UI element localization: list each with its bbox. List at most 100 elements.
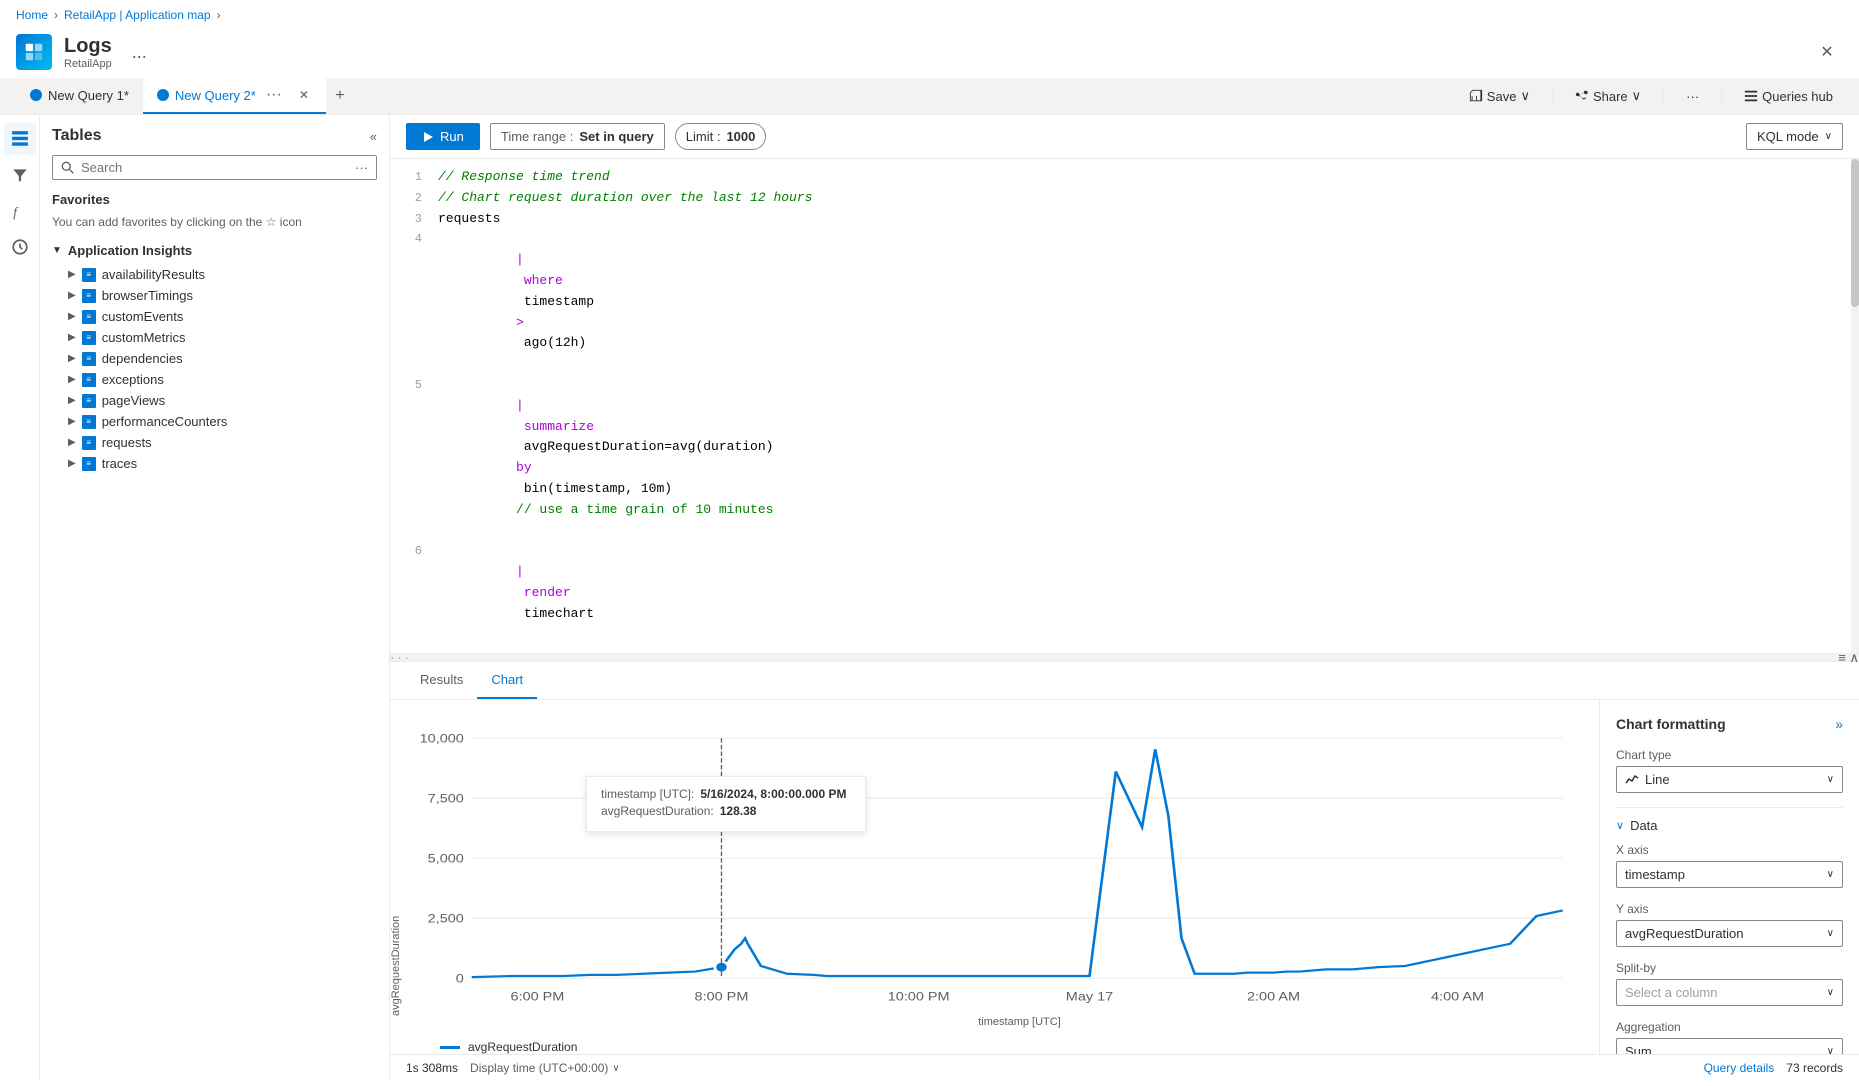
breadcrumb-retailapp[interactable]: RetailApp | Application map xyxy=(64,8,211,22)
tabs-bar: New Query 1* New Query 2* ··· ✕ + Save ∨… xyxy=(0,78,1859,115)
breadcrumb-sep2: › xyxy=(217,8,221,22)
filter-icon xyxy=(11,166,29,184)
aggregation-select[interactable]: Sum ∨ xyxy=(1616,1038,1843,1054)
save-button[interactable]: Save ∨ xyxy=(1459,84,1540,108)
sidebar-top-row: Tables « xyxy=(52,127,377,145)
share-button[interactable]: Share ∨ xyxy=(1565,84,1651,108)
kql-mode-chevron: ∨ xyxy=(1825,131,1832,142)
chart-panel-expand[interactable]: » xyxy=(1835,716,1843,732)
y-axis-value: avgRequestDuration xyxy=(1625,926,1744,941)
x-axis-label: timestamp [UTC] xyxy=(390,1016,1599,1032)
chart-type-chevron: ∨ xyxy=(1827,774,1834,785)
table-label: browserTimings xyxy=(102,288,193,303)
table-exceptions[interactable]: ▶ exceptions xyxy=(52,369,377,390)
results-tabs: Results Chart xyxy=(390,662,1859,700)
run-button[interactable]: Run xyxy=(406,123,480,150)
tab-new-query-2[interactable]: New Query 2* ··· ✕ xyxy=(143,78,326,114)
search-input[interactable] xyxy=(81,160,349,175)
display-time-chevron: ∨ xyxy=(612,1063,619,1074)
header-more-button[interactable]: ... xyxy=(132,42,147,63)
table-dependencies[interactable]: ▶ dependencies xyxy=(52,348,377,369)
table-browser-timings[interactable]: ▶ browserTimings xyxy=(52,285,377,306)
data-section-header[interactable]: ∨ Data xyxy=(1616,818,1843,833)
table-icon xyxy=(82,394,96,408)
display-time-button[interactable]: Display time (UTC+00:00) ∨ xyxy=(470,1061,620,1075)
table-traces[interactable]: ▶ traces xyxy=(52,453,377,474)
tab-new-query-1[interactable]: New Query 1* xyxy=(16,80,143,113)
results-tab-label: Results xyxy=(420,672,463,687)
chart-panel: Chart formatting » Chart type Line ∨ xyxy=(1599,700,1859,1054)
table-availability-results[interactable]: ▶ availabilityResults xyxy=(52,264,377,285)
app-icon xyxy=(16,34,52,70)
svg-text:2:00 AM: 2:00 AM xyxy=(1247,990,1300,1004)
app-subtitle: RetailApp xyxy=(64,58,112,70)
tab2-close[interactable]: ✕ xyxy=(296,87,312,103)
legend-line xyxy=(440,1046,460,1049)
queries-hub-label: Queries hub xyxy=(1762,89,1833,104)
section-chevron: ▼ xyxy=(52,245,62,256)
nav-function-icon[interactable]: f xyxy=(4,195,36,227)
table-icon xyxy=(82,289,96,303)
tab2-more[interactable]: ··· xyxy=(262,86,286,104)
chart-type-select[interactable]: Line ∨ xyxy=(1616,766,1843,793)
queries-hub-button[interactable]: Queries hub xyxy=(1734,85,1843,108)
tables-icon xyxy=(11,130,29,148)
editor-scrollbar xyxy=(1851,159,1859,653)
table-icon xyxy=(82,352,96,366)
split-by-select[interactable]: Select a column ∨ xyxy=(1616,979,1843,1006)
code-line-5: 5 | summarize avgRequestDuration=avg(dur… xyxy=(390,375,1859,541)
x-axis-select[interactable]: timestamp ∨ xyxy=(1616,861,1843,888)
sidebar-main: Tables « ··· Favorites You can add favor… xyxy=(40,115,389,1081)
tab-results[interactable]: Results xyxy=(406,662,477,699)
app-header: Logs RetailApp ... ✕ xyxy=(0,30,1859,78)
resize-handle[interactable]: ··· ≡ ∧ xyxy=(390,654,1859,662)
limit-value: 1000 xyxy=(726,129,755,144)
query-details-link[interactable]: Query details xyxy=(1704,1061,1775,1075)
table-label: customMetrics xyxy=(102,330,186,345)
add-tab-button[interactable]: + xyxy=(326,82,354,110)
svg-text:10,000: 10,000 xyxy=(420,732,464,746)
table-page-views[interactable]: ▶ pageViews xyxy=(52,390,377,411)
breadcrumb-sep1: › xyxy=(54,8,58,22)
svg-text:0: 0 xyxy=(456,972,464,986)
breadcrumb-home[interactable]: Home xyxy=(16,8,48,22)
table-requests[interactable]: ▶ requests xyxy=(52,432,377,453)
search-box[interactable]: ··· xyxy=(52,155,377,180)
search-more-button[interactable]: ··· xyxy=(355,160,368,175)
toolbar-sep3 xyxy=(1721,86,1722,106)
table-label: exceptions xyxy=(102,372,164,387)
close-button[interactable]: ✕ xyxy=(1811,36,1843,68)
limit-button[interactable]: Limit : 1000 xyxy=(675,123,767,150)
table-custom-metrics[interactable]: ▶ customMetrics xyxy=(52,327,377,348)
run-label: Run xyxy=(440,129,464,144)
run-icon xyxy=(422,131,434,143)
table-performance-counters[interactable]: ▶ performanceCounters xyxy=(52,411,377,432)
toolbar-more-button[interactable]: ··· xyxy=(1676,85,1709,108)
nav-history-icon[interactable] xyxy=(4,231,36,263)
x-axis-field-label: X axis xyxy=(1616,843,1843,857)
data-section: ∨ Data X axis timestamp ∨ Y axis xyxy=(1616,807,1843,1054)
sidebar: f Tables « ··· xyxy=(0,115,390,1081)
time-range-button[interactable]: Time range : Set in query xyxy=(490,123,665,150)
sidebar-collapse-button[interactable]: « xyxy=(370,129,377,144)
table-label: availabilityResults xyxy=(102,267,205,282)
kql-mode-button[interactable]: KQL mode ∨ xyxy=(1746,123,1843,150)
chart-type-label: Chart type xyxy=(1616,748,1843,762)
table-label: dependencies xyxy=(102,351,183,366)
main-layout: f Tables « ··· xyxy=(0,115,1859,1081)
app-insights-header[interactable]: ▼ Application Insights xyxy=(52,243,377,258)
svg-text:4:00 AM: 4:00 AM xyxy=(1431,990,1484,1004)
code-line-1: 1 // Response time trend xyxy=(390,167,1859,188)
table-custom-events[interactable]: ▶ customEvents xyxy=(52,306,377,327)
chart-panel-header: Chart formatting » xyxy=(1616,716,1843,732)
nav-tables-icon[interactable] xyxy=(4,123,36,155)
tab-chart[interactable]: Chart xyxy=(477,662,537,699)
scrollbar-thumb xyxy=(1851,159,1859,307)
app-title: Logs xyxy=(64,34,112,58)
code-editor[interactable]: 1 // Response time trend 2 // Chart requ… xyxy=(390,159,1859,654)
split-by-chevron: ∨ xyxy=(1827,987,1834,998)
table-icon xyxy=(82,373,96,387)
y-axis-select[interactable]: avgRequestDuration ∨ xyxy=(1616,920,1843,947)
svg-text:5,000: 5,000 xyxy=(428,852,464,866)
nav-filter-icon[interactable] xyxy=(4,159,36,191)
